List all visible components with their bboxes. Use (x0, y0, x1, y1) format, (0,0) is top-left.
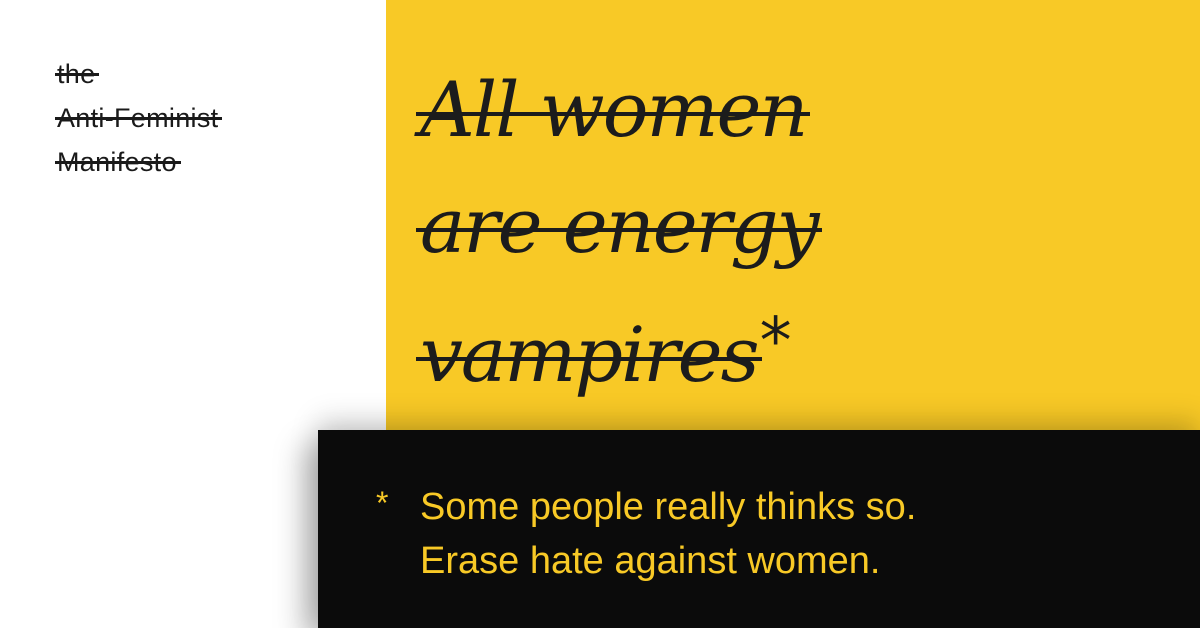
footnote-asterisk: * (376, 485, 389, 521)
logo-line-anti-feminist: Anti-Feminist (54, 96, 223, 140)
manifesto-logo: the Anti-Feminist Manifesto (54, 52, 223, 184)
headline-text-3: vampires (416, 297, 762, 413)
logo-line-the: the (54, 52, 100, 96)
footnote-box: * Some people really thinks so. Erase ha… (318, 430, 1200, 628)
footnote-text: Some people really thinks so. Erase hate… (420, 480, 916, 588)
headline: All women are energy vampires* (415, 52, 822, 413)
headline-text-1: All women (415, 52, 811, 168)
logo-line-manifesto: Manifesto (55, 140, 181, 184)
headline-line-3: vampires* (416, 284, 792, 413)
headline-line-1: All women (415, 52, 811, 168)
headline-asterisk: * (759, 305, 792, 379)
footnote: * Some people really thinks so. Erase ha… (376, 480, 916, 588)
headline-text-2: are energy (416, 168, 822, 284)
footnote-line-2: Erase hate against women. (420, 540, 881, 582)
headline-line-2: are energy (416, 168, 822, 284)
footnote-line-1: Some people really thinks so. (420, 486, 917, 528)
